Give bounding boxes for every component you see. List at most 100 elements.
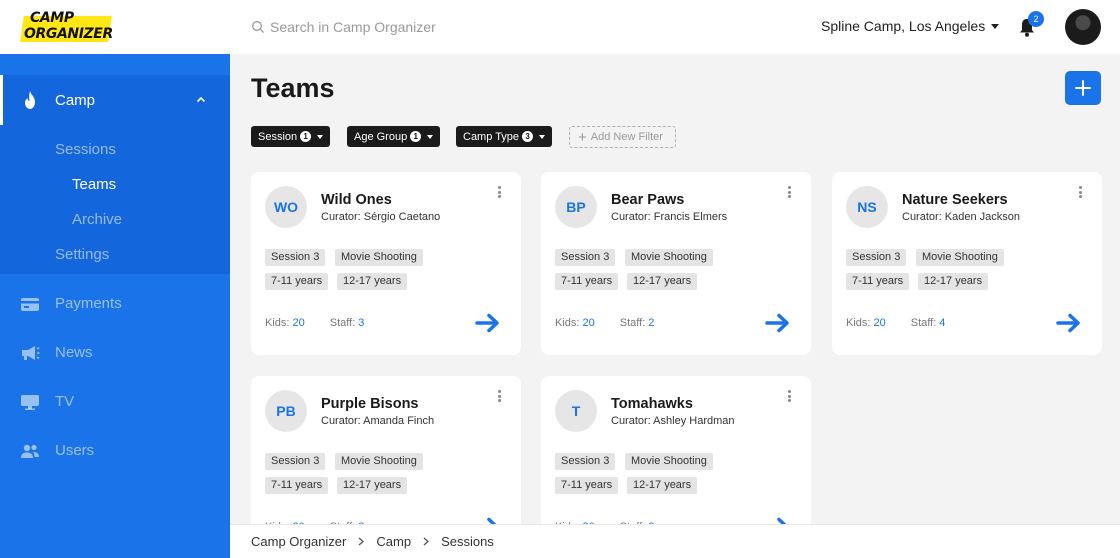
team-tag: Session 3 (265, 453, 326, 470)
team-card-wild-ones[interactable]: WO Wild Ones Curator: Sérgio Caetano Ses… (251, 172, 521, 355)
team-card-nature-seekers[interactable]: NS Nature Seekers Curator: Kaden Jackson… (832, 172, 1102, 355)
notifications-button[interactable]: 2 (1017, 11, 1044, 38)
team-curator: Curator: Kaden Jackson (902, 211, 1021, 223)
team-curator: Curator: Sérgio Caetano (321, 211, 441, 223)
kids-count: 20 (582, 317, 595, 329)
filter-label: Age Group (354, 130, 408, 143)
sidebar-item-label: TV (55, 393, 75, 410)
team-tag: Movie Shooting (335, 453, 423, 470)
team-tag: 7-11 years (265, 477, 329, 494)
add-team-button[interactable] (1065, 71, 1101, 105)
sidebar-item-camp-label: Camp (55, 92, 96, 109)
team-curator: Curator: Amanda Finch (321, 415, 435, 427)
notification-count-badge: 2 (1028, 11, 1044, 27)
breadcrumb-item-sessions[interactable]: Sessions (441, 534, 494, 549)
team-initials-avatar: BP (555, 186, 597, 228)
team-tag: 12-17 years (627, 477, 698, 494)
team-name: Bear Paws (611, 192, 685, 208)
sidebar-subitem-archive[interactable]: Archive (72, 211, 122, 228)
team-initials-avatar: WO (265, 186, 307, 228)
sidebar-item-news[interactable]: News (0, 338, 230, 368)
kids-label: Kids: (555, 317, 580, 329)
team-stats: Kids: 20 Staff: 3 (265, 317, 364, 329)
filter-label: Session (258, 130, 298, 143)
team-curator: Curator: Francis Elmers (611, 211, 728, 223)
team-tag: Session 3 (265, 249, 326, 266)
logo-line-2: ORGANIZER (24, 26, 113, 42)
team-tag: Movie Shooting (625, 453, 713, 470)
kids-count: 20 (292, 317, 305, 329)
sidebar-item-payments[interactable]: Payments (0, 289, 230, 319)
team-initials-avatar: NS (846, 186, 888, 228)
filter-count-badge: 1 (300, 131, 312, 142)
breadcrumb-item-camp[interactable]: Camp (376, 534, 411, 549)
more-options-icon[interactable] (785, 186, 793, 200)
staff-count: 2 (648, 317, 655, 329)
team-name: Tomahawks (611, 396, 693, 412)
arrow-right-icon[interactable] (765, 312, 791, 334)
camp-organizer-logo[interactable]: CAMP ORGANIZER (20, 9, 113, 45)
sidebar-item-label: Payments (55, 295, 122, 312)
sidebar-subitem-settings[interactable]: Settings (55, 246, 109, 263)
kids-label: Kids: (265, 317, 290, 329)
megaphone-icon (22, 346, 40, 360)
team-initials-avatar: PB (265, 390, 307, 432)
active-indicator (0, 75, 3, 125)
team-tag: Session 3 (846, 249, 907, 266)
caret-down-icon (539, 134, 546, 139)
sidebar-item-label: Users (55, 442, 95, 459)
filter-age-group[interactable]: Age Group 1 (347, 126, 441, 147)
team-tag: 12-17 years (337, 477, 408, 494)
user-avatar[interactable] (1065, 9, 1101, 45)
sidebar-item-users[interactable]: Users (0, 436, 230, 466)
team-card-bear-paws[interactable]: BP Bear Paws Curator: Francis Elmers Ses… (541, 172, 811, 355)
team-tag: 12-17 years (918, 273, 989, 290)
logo-line-1: CAMP (30, 10, 74, 26)
team-initials-avatar: T (555, 390, 597, 432)
breadcrumb: Camp Organizer Camp Sessions (230, 524, 1120, 558)
chevron-right-icon (423, 537, 430, 546)
add-filter-label: Add New Filter (590, 131, 663, 143)
team-tag: 7-11 years (555, 273, 619, 290)
filter-count-badge: 1 (410, 131, 422, 142)
team-name: Wild Ones (321, 192, 392, 208)
camp-selector-dropdown[interactable]: Spline Camp, Los Angeles (821, 18, 1000, 34)
staff-label: Staff: (329, 317, 356, 329)
page-title: Teams (251, 73, 335, 103)
filter-session[interactable]: Session 1 (251, 126, 331, 147)
team-tag: 7-11 years (555, 477, 619, 494)
team-tag: 12-17 years (627, 273, 698, 290)
search-input[interactable] (270, 19, 530, 35)
staff-label: Staff: (619, 317, 646, 329)
plus-icon: + (578, 128, 587, 146)
more-options-icon[interactable] (1076, 186, 1084, 200)
breadcrumb-item-camp-organizer[interactable]: Camp Organizer (251, 534, 346, 549)
top-bar: CAMP ORGANIZER Spline Camp, Los Angeles … (0, 0, 1120, 54)
more-options-icon[interactable] (785, 390, 793, 404)
flame-icon (25, 91, 35, 109)
monitor-icon (21, 395, 39, 410)
team-tag: 7-11 years (265, 273, 329, 290)
filter-camp-type[interactable]: Camp Type 3 (456, 126, 553, 147)
chevron-up-icon[interactable] (196, 96, 206, 103)
team-curator: Curator: Ashley Hardman (611, 415, 735, 427)
credit-card-icon (21, 298, 39, 311)
sidebar-item-tv[interactable]: TV (0, 387, 230, 417)
team-tag: Session 3 (555, 453, 616, 470)
more-options-icon[interactable] (495, 186, 503, 200)
arrow-right-icon[interactable] (475, 312, 501, 334)
sidebar-subitem-teams[interactable]: Teams (72, 176, 116, 193)
more-options-icon[interactable] (495, 390, 503, 404)
team-name: Purple Bisons (321, 396, 419, 412)
users-icon (21, 444, 39, 458)
caret-down-icon (317, 134, 324, 139)
team-tag: Session 3 (555, 249, 616, 266)
add-new-filter-button[interactable]: + Add New Filter (569, 126, 676, 148)
team-name: Nature Seekers (902, 192, 1008, 208)
kids-label: Kids: (846, 317, 871, 329)
sidebar-subitem-sessions[interactable]: Sessions (55, 141, 116, 158)
team-tag: Movie Shooting (916, 249, 1004, 266)
team-stats: Kids:20 Staff:2 (555, 317, 654, 329)
arrow-right-icon[interactable] (1056, 312, 1082, 334)
sidebar-item-camp[interactable]: Camp (0, 75, 230, 125)
